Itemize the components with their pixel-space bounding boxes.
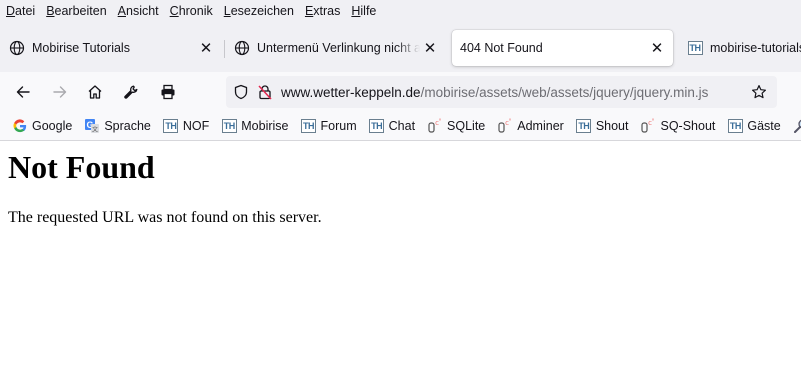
menu-accesskey: C	[169, 4, 179, 18]
tab-404-not-found[interactable]: 404 Not Found ✕	[452, 30, 673, 66]
th-icon: TH	[576, 119, 592, 133]
menu-label: nsicht	[126, 4, 159, 18]
bookmark-sprache[interactable]: G文 Sprache	[84, 118, 151, 134]
menu-bar: Datei Bearbeiten Ansicht Chronik Lesezei…	[0, 0, 801, 22]
menu-accesskey: D	[6, 4, 16, 18]
navigation-bar: www.wetter-keppeln.de/mobirise/assets/we…	[0, 72, 801, 112]
svg-text:°: °	[439, 118, 442, 125]
menu-extras[interactable]: Extras	[299, 4, 345, 18]
translate-icon: G文	[84, 118, 100, 134]
forward-button[interactable]	[46, 78, 74, 106]
tab-title: 404 Not Found	[460, 41, 543, 55]
url-host: www.wetter-keppeln.de	[281, 84, 421, 100]
bookmark-sq-shout[interactable]: c ° SQ-Shout	[640, 118, 715, 134]
bookmark-label: Forum	[320, 119, 357, 133]
page-content: Not Found The requested URL was not foun…	[0, 141, 801, 365]
page-heading: Not Found	[8, 149, 155, 185]
menu-datei[interactable]: Datei	[0, 4, 40, 18]
tab-title: Untermenü Verlinkung nicht aktiv	[257, 41, 420, 55]
th-icon: TH	[727, 119, 743, 133]
bookmarks-bar: Google G文 Sprache TH NOF TH Mobirise TH …	[0, 112, 801, 141]
bookmark-chat[interactable]: TH Chat	[369, 118, 415, 134]
printer-icon	[161, 84, 175, 100]
menu-ansicht[interactable]: Ansicht	[112, 4, 164, 18]
forward-arrow-icon	[53, 86, 67, 98]
bookmark-label: Shout	[595, 119, 629, 133]
close-icon[interactable]: ✕	[196, 38, 216, 58]
menu-label: ilfe	[360, 4, 377, 18]
tab-mobirise-tutorials[interactable]: Mobirise Tutorials ✕	[0, 30, 222, 66]
tools-button[interactable]	[117, 78, 145, 106]
pma-icon: c °	[640, 118, 656, 134]
bookmark-gaeste[interactable]: TH Gäste	[727, 118, 781, 134]
globe-icon	[9, 40, 25, 56]
home-icon	[88, 85, 102, 99]
bookmark-label: Gäste	[747, 119, 781, 133]
pma-icon: c °	[497, 118, 513, 134]
tab-title: Mobirise Tutorials	[32, 41, 130, 55]
search-icon	[793, 118, 801, 134]
bookmark-ip[interactable]: IP	[793, 118, 801, 134]
url-text[interactable]: www.wetter-keppeln.de/mobirise/assets/we…	[281, 85, 747, 100]
shield-icon[interactable]	[229, 80, 253, 104]
bookmark-google[interactable]: Google	[12, 118, 72, 134]
bookmark-label: Mobirise	[241, 119, 289, 133]
bookmark-shout[interactable]: TH Shout	[576, 118, 629, 134]
bookmark-label: SQ-Shout	[660, 119, 716, 133]
bookmark-label: Sprache	[104, 119, 151, 133]
menu-hilfe[interactable]: Hilfe	[345, 4, 381, 18]
menu-lesezeichen[interactable]: Lesezeichen	[218, 4, 299, 18]
wrench-icon	[124, 85, 138, 99]
bookmark-forum[interactable]: TH Forum	[301, 118, 357, 134]
tab-mobirise-tutorials-2[interactable]: TH mobirise-tutorials	[678, 30, 801, 66]
pma-icon: c °	[427, 118, 443, 134]
tab-title: mobirise-tutorials	[710, 41, 801, 55]
menu-bearbeiten[interactable]: Bearbeiten	[40, 4, 111, 18]
back-arrow-icon	[16, 86, 30, 98]
bookmark-sqlite[interactable]: c ° SQLite	[427, 118, 485, 134]
bookmark-label: Adminer	[517, 119, 564, 133]
menu-accesskey: L	[223, 4, 231, 18]
url-bar[interactable]: www.wetter-keppeln.de/mobirise/assets/we…	[226, 76, 777, 108]
bookmark-mobirise[interactable]: TH Mobirise	[221, 118, 289, 134]
print-button[interactable]	[154, 78, 182, 106]
menu-chronik[interactable]: Chronik	[164, 4, 218, 18]
bookmark-adminer[interactable]: c ° Adminer	[497, 118, 564, 134]
globe-icon	[234, 40, 250, 56]
menu-label: esezeichen	[230, 4, 294, 18]
bookmark-label: SQLite	[447, 119, 486, 133]
tab-untermenue[interactable]: Untermenü Verlinkung nicht aktiv ✕	[225, 30, 446, 66]
close-icon[interactable]: ✕	[420, 38, 440, 58]
error-message: The requested URL was not found on this …	[8, 209, 322, 226]
bookmark-label: Google	[32, 119, 73, 133]
svg-text:°: °	[509, 118, 512, 125]
menu-label: atei	[15, 4, 36, 18]
svg-text:文: 文	[92, 126, 98, 134]
bookmark-label: Chat	[388, 119, 416, 133]
insecure-lock-icon[interactable]	[253, 80, 277, 104]
google-icon	[12, 118, 28, 134]
back-button[interactable]	[9, 78, 37, 106]
bookmark-nof[interactable]: TH NOF	[163, 118, 209, 134]
home-button[interactable]	[81, 78, 109, 106]
menu-accesskey: B	[46, 4, 55, 18]
bookmark-label: NOF	[182, 119, 210, 133]
close-icon[interactable]: ✕	[647, 38, 667, 58]
th-icon: TH	[301, 119, 317, 133]
menu-label: hronik	[178, 4, 213, 18]
th-icon: TH	[221, 119, 237, 133]
th-icon: TH	[369, 119, 385, 133]
th-icon: TH	[163, 119, 179, 133]
menu-accesskey: A	[117, 4, 126, 18]
tab-strip: Mobirise Tutorials ✕ Untermenü Verlinkun…	[0, 22, 801, 72]
svg-text:°: °	[652, 118, 655, 125]
th-icon: TH	[687, 41, 703, 55]
bookmark-star-icon[interactable]	[747, 80, 771, 104]
menu-label: earbeiten	[54, 4, 107, 18]
menu-label: xtras	[313, 4, 341, 18]
url-path: /mobirise/assets/web/assets/jquery/jquer…	[420, 84, 709, 100]
